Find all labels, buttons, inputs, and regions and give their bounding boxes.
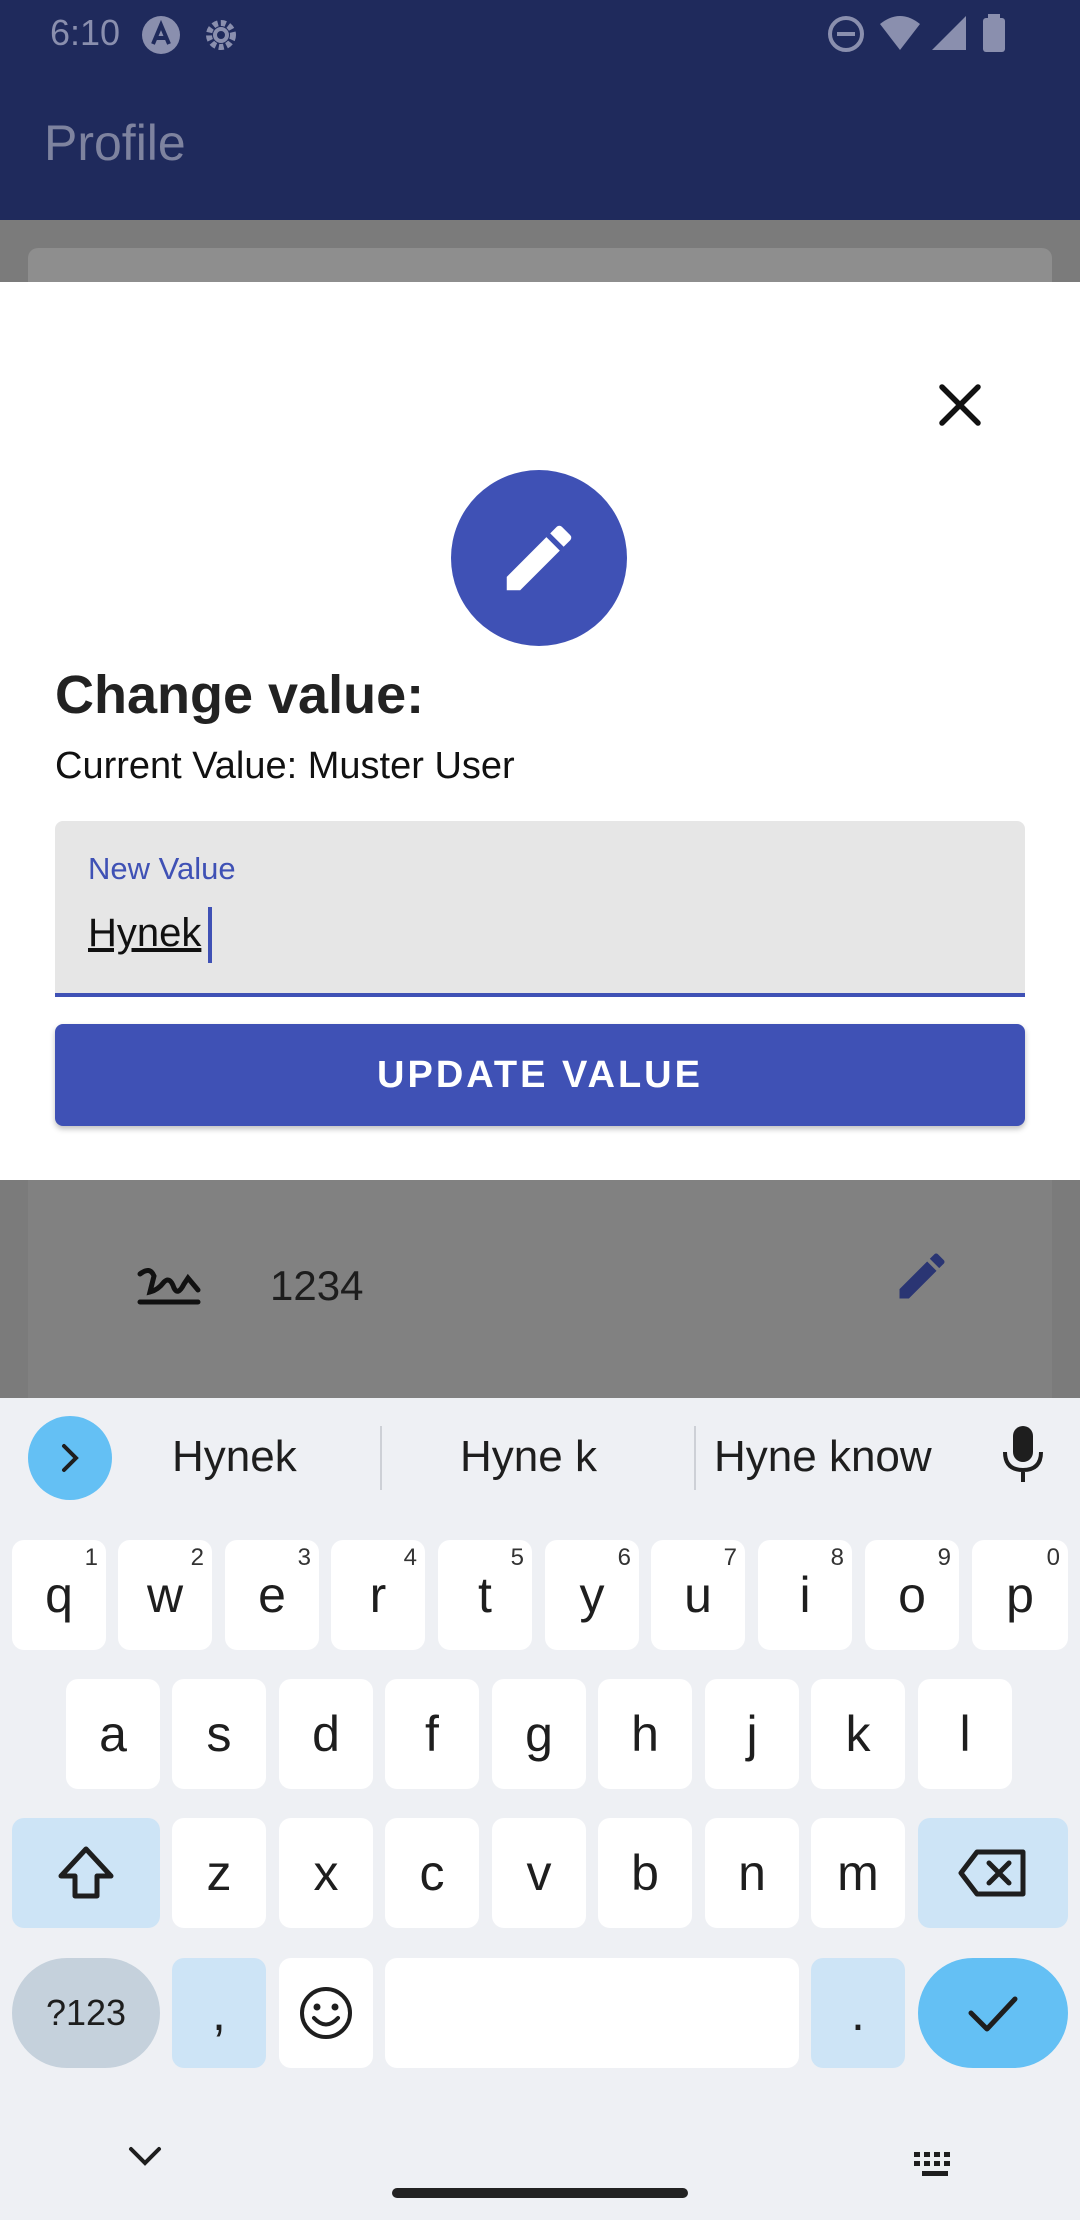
key-b[interactable]: b: [598, 1818, 692, 1928]
key-g[interactable]: g: [492, 1679, 586, 1789]
space-key[interactable]: [385, 1958, 799, 2068]
key-n[interactable]: n: [705, 1818, 799, 1928]
home-gesture-bar[interactable]: [392, 2188, 688, 2198]
key-a[interactable]: a: [66, 1679, 160, 1789]
key-d[interactable]: d: [279, 1679, 373, 1789]
close-button[interactable]: [920, 370, 1000, 440]
key-i[interactable]: i8: [758, 1540, 852, 1650]
key-hint: 8: [830, 1544, 844, 1571]
new-value-label: New Value: [88, 851, 236, 886]
key-o[interactable]: o9: [865, 1540, 959, 1650]
signal-icon: [930, 14, 968, 59]
key-label: t: [478, 1567, 492, 1623]
dialog-title: Change value:: [55, 665, 425, 725]
key-y[interactable]: y6: [545, 1540, 639, 1650]
key-hint: 9: [937, 1544, 951, 1571]
key-label: y: [579, 1567, 605, 1623]
do-not-disturb-icon: [826, 14, 866, 59]
key-label: u: [684, 1567, 712, 1623]
shift-key[interactable]: [12, 1818, 160, 1928]
key-w[interactable]: w2: [118, 1540, 212, 1650]
key-p[interactable]: p0: [972, 1540, 1068, 1650]
key-f[interactable]: f: [385, 1679, 479, 1789]
comma-key[interactable]: ,: [172, 1958, 266, 2068]
key-k[interactable]: k: [811, 1679, 905, 1789]
key-j[interactable]: j: [705, 1679, 799, 1789]
key-hint: 3: [297, 1544, 311, 1571]
microphone-icon[interactable]: [1000, 1424, 1046, 1491]
key-label: q: [45, 1567, 73, 1623]
key-label: i: [799, 1567, 811, 1623]
emoji-icon: [300, 1987, 352, 2039]
chevron-right-icon: [62, 1444, 79, 1472]
key-label: o: [898, 1567, 926, 1623]
key-c[interactable]: c: [385, 1818, 479, 1928]
emoji-key[interactable]: [279, 1958, 373, 2068]
checkmark-icon: [968, 1996, 1018, 2032]
key-hint: 0: [1046, 1544, 1060, 1571]
key-label: r: [369, 1567, 387, 1623]
key-hint: 6: [617, 1544, 631, 1571]
row-edit-icon[interactable]: [892, 1246, 952, 1311]
text-cursor: [208, 907, 212, 963]
key-hint: 1: [84, 1544, 98, 1571]
key-hint: 2: [190, 1544, 204, 1571]
key-e[interactable]: e3: [225, 1540, 319, 1650]
suggestion-1[interactable]: Hynek: [172, 1432, 297, 1482]
key-u[interactable]: u7: [651, 1540, 745, 1650]
key-h[interactable]: h: [598, 1679, 692, 1789]
row-value: 1234: [270, 1262, 364, 1309]
suggestion-2[interactable]: Hyne k: [460, 1432, 597, 1482]
period-key[interactable]: .: [811, 1958, 905, 2068]
new-value-field[interactable]: New Value Hynek: [55, 821, 1025, 997]
suggestion-divider: [694, 1426, 696, 1490]
key-label: w: [146, 1567, 184, 1623]
a-logo-icon: [140, 14, 182, 61]
expand-toolbar-button[interactable]: [28, 1416, 112, 1500]
suggestion-bar: Hynek Hyne k Hyne know: [0, 1398, 1080, 1518]
signature-icon: [136, 1262, 206, 1313]
current-value-text: Muster User: [307, 745, 515, 787]
update-value-button[interactable]: UPDATE VALUE: [55, 1024, 1025, 1126]
hide-keyboard-chevron-icon[interactable]: [128, 2146, 162, 2173]
pencil-icon: [451, 470, 627, 646]
key-hint: 4: [403, 1544, 417, 1571]
key-q[interactable]: q1: [12, 1540, 106, 1650]
settings-gear-icon: [200, 14, 242, 61]
status-bar: 6:10: [0, 0, 1080, 66]
suggestion-divider: [380, 1426, 382, 1490]
key-label: e: [258, 1567, 286, 1623]
key-m[interactable]: m: [811, 1818, 905, 1928]
close-icon: [939, 384, 981, 426]
key-hint: 5: [510, 1544, 524, 1571]
suggestion-3[interactable]: Hyne know: [714, 1432, 932, 1482]
key-v[interactable]: v: [492, 1818, 586, 1928]
status-time: 6:10: [50, 12, 121, 53]
key-t[interactable]: t5: [438, 1540, 532, 1650]
backspace-key[interactable]: [918, 1818, 1068, 1928]
key-x[interactable]: x: [279, 1818, 373, 1928]
key-r[interactable]: r4: [331, 1540, 425, 1650]
new-value-input[interactable]: Hynek: [88, 911, 201, 956]
enter-key[interactable]: [918, 1958, 1068, 2068]
app-bar-title: Profile: [44, 115, 186, 171]
app-bar: Profile: [0, 66, 1080, 220]
wifi-icon: [878, 14, 922, 59]
key-s[interactable]: s: [172, 1679, 266, 1789]
current-value-label: Current Value:: [55, 745, 298, 787]
key-l[interactable]: l: [918, 1679, 1012, 1789]
key-label: p: [1006, 1567, 1034, 1623]
soft-keyboard: Hynek Hyne k Hyne know q1 w2 e3 r4 t5 y6…: [0, 1398, 1080, 2220]
key-hint: 7: [723, 1544, 737, 1571]
backspace-icon: [958, 1849, 1026, 1897]
keyboard-switcher-icon[interactable]: [912, 2150, 958, 2185]
shift-icon: [58, 1846, 114, 1899]
symbols-key[interactable]: ?123: [12, 1958, 160, 2068]
current-value-line: Current Value: Muster User: [55, 745, 515, 788]
battery-icon: [982, 14, 1006, 59]
key-z[interactable]: z: [172, 1818, 266, 1928]
